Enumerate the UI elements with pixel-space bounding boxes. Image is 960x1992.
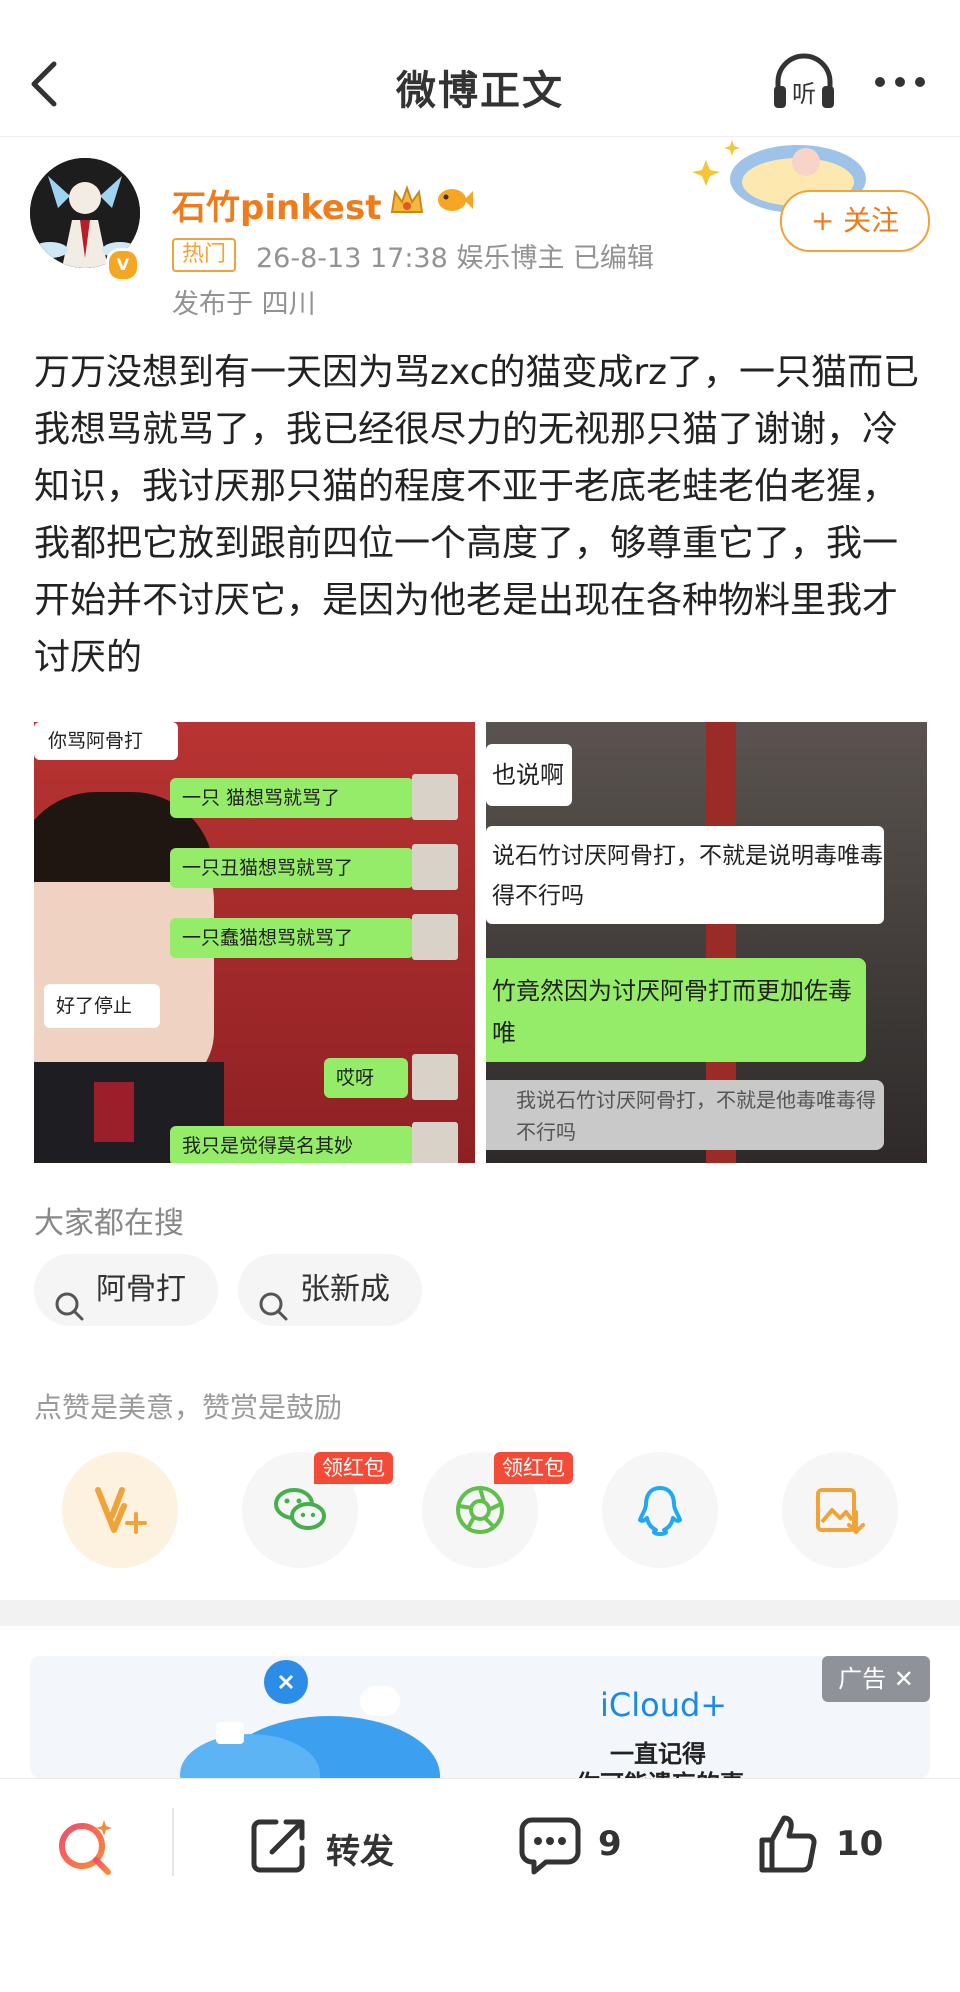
chat-bubble: 一只蠢猫想骂就骂了 xyxy=(170,918,414,958)
ad-close-tag[interactable]: 广告 ✕ xyxy=(822,1656,930,1702)
search-chip[interactable]: 张新成 xyxy=(238,1254,422,1326)
search-icon xyxy=(258,1276,288,1321)
bottom-separator xyxy=(172,1808,174,1876)
qq-icon xyxy=(638,1486,682,1536)
chat-avatar xyxy=(412,914,458,960)
search-icon xyxy=(54,1276,84,1321)
chat-bubble-white: 好了停止 xyxy=(44,984,160,1028)
chat-avatar xyxy=(412,774,458,820)
reward-button[interactable] xyxy=(62,1452,178,1568)
close-icon: ✕ xyxy=(893,1665,914,1693)
repost-button[interactable]: 转发 xyxy=(248,1810,408,1880)
redpack-badge: 领红包 xyxy=(314,1452,393,1484)
ai-search-button[interactable] xyxy=(52,1810,122,1880)
thumbs-up-icon xyxy=(759,1815,817,1873)
praise-text: 点赞是美意，赞赏是鼓励 xyxy=(34,1391,343,1424)
post-body-text: 万万没想到有一天因为骂zxc的猫变成rz了，一只猫而已我想骂就骂了，我已经很尽力… xyxy=(34,352,920,678)
moments-icon xyxy=(456,1486,504,1534)
repost-icon xyxy=(251,1819,305,1873)
like-count: 10 xyxy=(836,1824,884,1864)
post-image-right[interactable]: 也说啊 说石竹讨厌阿骨打，不就是说明毒唯毒得不行吗 竹竟然因为讨厌阿骨打而更加佐… xyxy=(486,722,927,1163)
chat-bubble-green: 竹竟然因为讨厌阿骨打而更加佐毒唯 xyxy=(486,958,866,1062)
share-qq-button[interactable] xyxy=(602,1452,718,1568)
chat-bubble: 一只 猫想骂就骂了 xyxy=(170,778,414,818)
ad-illustration xyxy=(180,1660,440,1778)
post-meta: 26-8-13 17:38 娱乐博主 已编辑 xyxy=(256,243,654,274)
chat-avatar xyxy=(412,844,458,890)
ad-banner[interactable] xyxy=(30,1656,930,1778)
post-image-left[interactable]: 你骂阿骨打 一只 猫想骂就骂了 一只丑猫想骂就骂了 一只蠢猫想骂就骂了 好了停止… xyxy=(34,722,475,1163)
save-image-button[interactable] xyxy=(782,1452,898,1568)
comment-count: 9 xyxy=(598,1824,622,1864)
ad-brand: iCloud+ xyxy=(600,1686,728,1724)
chat-bubble-grey: 我说石竹讨厌阿骨打，不就是他毒唯毒得不行吗 xyxy=(486,1080,884,1150)
listen-label: 听 xyxy=(792,80,816,108)
comment-button[interactable]: 9 xyxy=(518,1810,638,1880)
ad-line2: 你可能遗忘的事 xyxy=(576,1764,744,1778)
redpack-badge: 领红包 xyxy=(494,1452,573,1484)
fish-emoji-icon xyxy=(434,182,474,218)
person-tie xyxy=(94,1082,134,1142)
more-options-icon[interactable] xyxy=(870,62,930,102)
ad-tag-label: 广告 xyxy=(838,1665,887,1693)
trending-search-title: 大家都在搜 xyxy=(34,1206,184,1241)
like-button[interactable]: 10 xyxy=(756,1810,906,1880)
section-divider xyxy=(0,1600,960,1626)
ai-search-icon xyxy=(59,1820,112,1875)
author-name[interactable]: 石竹pinkest xyxy=(172,180,381,229)
image-header-label: 你骂阿骨打 xyxy=(34,722,178,760)
reward-v-icon xyxy=(95,1487,147,1534)
comment-icon xyxy=(519,1817,581,1875)
image-top-label: 也说啊 xyxy=(486,744,572,806)
follow-button[interactable]: + 关注 xyxy=(780,190,930,252)
chat-bubble: 我只是觉得莫名其妙 xyxy=(170,1126,414,1163)
chat-avatar xyxy=(412,1122,458,1163)
save-image-icon xyxy=(816,1488,865,1534)
search-chip-label: 阿骨打 xyxy=(96,1272,186,1307)
chat-avatar xyxy=(412,1054,458,1100)
hot-tag: 热门 xyxy=(172,238,237,272)
crown-icon xyxy=(388,182,426,220)
repost-label: 转发 xyxy=(326,1832,394,1872)
listen-icon[interactable]: 听 xyxy=(770,52,838,112)
search-chip-label: 张新成 xyxy=(300,1272,390,1307)
verified-badge-icon: V xyxy=(106,248,140,282)
search-chip[interactable]: 阿骨打 xyxy=(34,1254,218,1326)
post-location: 发布于 四川 xyxy=(172,289,316,320)
wechat-icon xyxy=(274,1488,326,1530)
chat-bubble: 一只丑猫想骂就骂了 xyxy=(170,848,414,888)
chat-bubble: 哎呀 xyxy=(324,1058,408,1098)
chat-bubble-white: 说石竹讨厌阿骨打，不就是说明毒唯毒得不行吗 xyxy=(486,826,884,924)
